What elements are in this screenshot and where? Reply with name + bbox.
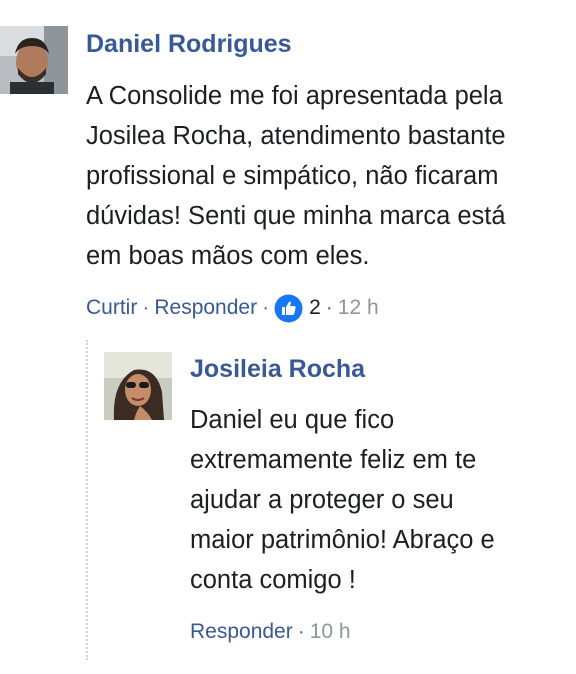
like-button[interactable]: Curtir [86,293,137,323]
comment-timestamp[interactable]: 12 h [338,293,379,323]
reply-button[interactable]: Responder [154,293,257,323]
separator-dot: · [325,296,333,319]
separator-dot: · [262,296,270,319]
avatar-josileia[interactable] [104,352,172,420]
avatar-daniel[interactable] [0,26,68,94]
comment-line: Josilea Rocha, atendimento bastante [86,122,506,150]
comment-line: profissional e simpático, não ficaram [86,162,499,190]
reply-line: Daniel eu que fico [190,406,395,434]
reply-author-name[interactable]: Josileia Rocha [190,355,365,384]
reply-line: maior patrimônio! Abraço e [190,526,495,554]
comment-actions: Curtir · Responder · 2 · 12 h [86,293,379,323]
reply-actions: Responder · 10 h [190,617,351,647]
separator-dot: · [297,620,305,643]
reply-line: conta comigo ! [190,566,356,594]
reply-line: extremamente feliz em te [190,446,477,474]
comment-author-name[interactable]: Daniel Rodrigues [86,30,292,59]
reply-timestamp[interactable]: 10 h [310,617,351,647]
like-reaction-icon[interactable] [274,294,303,323]
reply-reply-button[interactable]: Responder [190,617,293,647]
comment-line: A Consolide me foi apresentada pela [86,82,503,110]
comment-line: em boas mãos com eles. [86,242,370,270]
comment-line: dúvidas! Senti que minha marca está [86,202,506,230]
reply-line: ajudar a proteger o seu [190,486,454,514]
separator-dot: · [142,296,150,319]
reply-thread-line [86,340,88,660]
reaction-count[interactable]: 2 [309,293,321,323]
